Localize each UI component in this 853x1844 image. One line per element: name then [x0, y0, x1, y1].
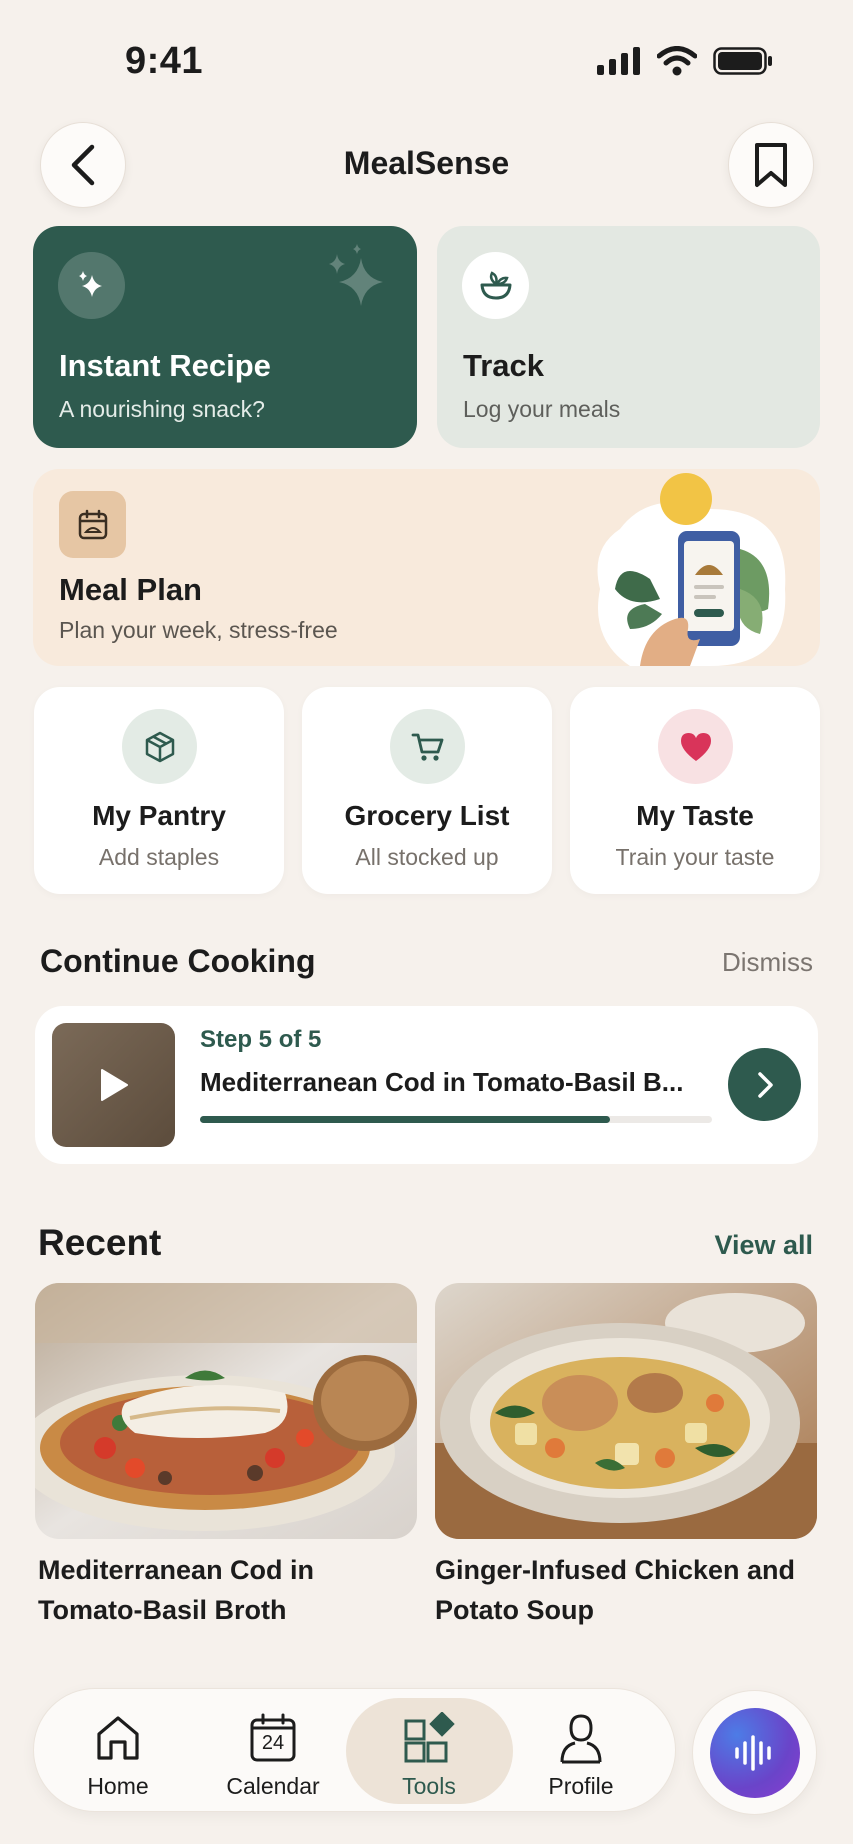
step-counter: Step 5 of 5 [200, 1026, 322, 1053]
instant-recipe-card[interactable]: Instant Recipe A nourishing snack? [33, 226, 417, 448]
profile-icon [560, 1714, 602, 1764]
tab-profile-label: Profile [548, 1773, 614, 1799]
grocery-list-card[interactable]: Grocery List All stocked up [302, 687, 552, 894]
tab-home[interactable]: Home [43, 1689, 193, 1813]
recent-heading: Recent [38, 1222, 162, 1263]
recent-recipe-name-cod[interactable]: Mediterranean Cod in Tomato-Basil Broth [38, 1550, 420, 1630]
recent-recipe-name-soup[interactable]: Ginger-Infused Chicken and Potato Soup [435, 1550, 817, 1630]
grocery-list-title: Grocery List [344, 800, 510, 831]
wifi-icon [657, 46, 697, 76]
tab-home-label: Home [87, 1773, 149, 1799]
instant-recipe-title: Instant Recipe [59, 348, 271, 383]
phone-hand-illustration [597, 473, 786, 666]
bookmark-icon [755, 143, 787, 187]
continue-cooking-heading: Continue Cooking [40, 943, 316, 979]
recent-recipe-image-soup[interactable] [435, 1283, 817, 1539]
soundwave-icon [734, 1734, 771, 1771]
tab-bar: Home 24 Calendar Tools Profile [33, 1688, 676, 1812]
recipe-name: Mediterranean Cod in Tomato-Basil B... [200, 1067, 684, 1097]
my-taste-subtitle: Train your taste [615, 844, 775, 870]
sparkles-decoration-icon [329, 244, 383, 306]
resume-button[interactable] [728, 1048, 801, 1121]
continue-cooking-card[interactable]: Step 5 of 5 Mediterranean Cod in Tomato-… [35, 1006, 818, 1164]
calendar-meal-icon [59, 491, 126, 558]
progress-bar [200, 1116, 712, 1123]
tab-tools-label: Tools [402, 1773, 456, 1799]
my-pantry-title: My Pantry [92, 800, 226, 831]
my-pantry-card[interactable]: My Pantry Add staples [34, 687, 284, 894]
calendar-date-badge: 24 [261, 1732, 285, 1754]
instant-recipe-subtitle: A nourishing snack? [59, 396, 265, 422]
track-card[interactable]: Track Log your meals [437, 226, 820, 448]
sparkle-icon [58, 252, 125, 319]
page-title: MealSense [343, 145, 510, 181]
box-icon [122, 709, 197, 784]
chevron-right-icon [757, 1071, 773, 1098]
progress-fill [200, 1116, 610, 1123]
track-subtitle: Log your meals [463, 396, 621, 422]
my-taste-card[interactable]: My Taste Train your taste [570, 687, 820, 894]
tab-calendar[interactable]: 24 Calendar [198, 1689, 348, 1813]
meal-plan-title: Meal Plan [59, 572, 202, 607]
bowl-icon [462, 252, 529, 319]
bookmark-button[interactable] [728, 122, 814, 208]
dismiss-button[interactable]: Dismiss [722, 947, 813, 978]
tab-profile[interactable]: Profile [506, 1689, 656, 1813]
cart-icon [390, 709, 465, 784]
view-all-link[interactable]: View all [714, 1230, 813, 1261]
play-icon [100, 1069, 128, 1101]
voice-assistant-button[interactable] [692, 1690, 817, 1815]
tools-icon [404, 1712, 455, 1763]
home-icon [97, 1716, 139, 1760]
meal-plan-card[interactable]: Meal Plan Plan your week, stress-free [33, 469, 820, 666]
status-icons [597, 46, 773, 76]
recent-recipe-image-cod[interactable] [35, 1283, 417, 1539]
tab-tools[interactable]: Tools [354, 1689, 504, 1813]
video-thumbnail[interactable] [52, 1023, 175, 1147]
meal-plan-subtitle: Plan your week, stress-free [59, 617, 338, 643]
heart-icon [658, 709, 733, 784]
grocery-list-subtitle: All stocked up [355, 844, 499, 870]
status-time: 9:41 [125, 40, 204, 82]
track-title: Track [463, 348, 545, 383]
signal-icon [597, 47, 640, 75]
my-taste-title: My Taste [636, 800, 754, 831]
battery-icon [713, 47, 772, 75]
tab-calendar-label: Calendar [226, 1773, 320, 1799]
my-pantry-subtitle: Add staples [98, 844, 220, 870]
